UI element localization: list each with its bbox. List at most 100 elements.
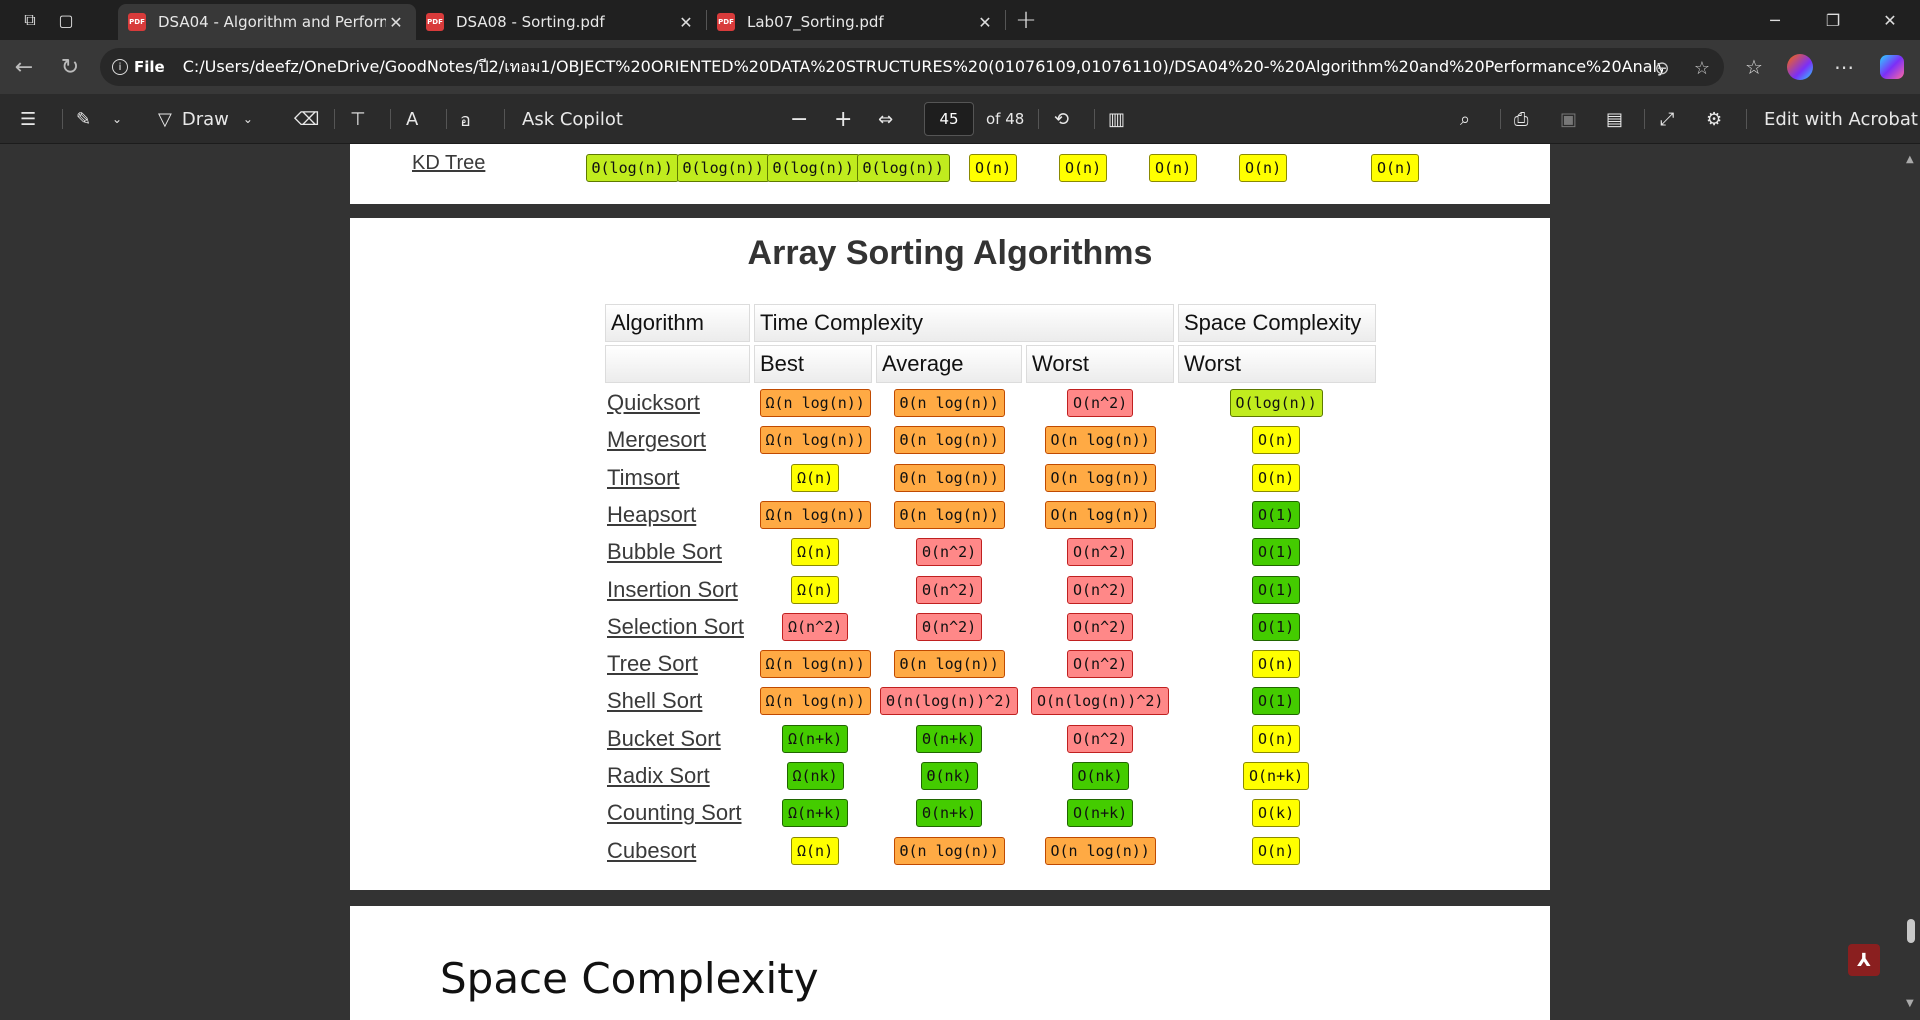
tab-title: Lab07_Sorting.pdf: [747, 13, 884, 31]
space-complexity-badge: O(1): [1252, 612, 1301, 641]
header-space-worst: Worst: [1178, 345, 1376, 383]
close-tab-icon[interactable]: ✕: [676, 13, 696, 32]
average-case-badge: Θ(n+k): [916, 799, 983, 828]
algorithm-link[interactable]: Mergesort: [607, 427, 706, 453]
algorithm-link[interactable]: Tree Sort: [607, 651, 698, 677]
refresh-button[interactable]: ↻: [54, 51, 86, 83]
favorite-star-icon[interactable]: ☆: [1690, 56, 1714, 80]
space-complexity-badge: O(log(n)): [1229, 389, 1323, 417]
edit-with-acrobat-button[interactable]: Edit with Acrobat: [1764, 94, 1918, 144]
algorithm-link[interactable]: Timsort: [607, 465, 680, 491]
favorites-icon[interactable]: ☆: [1738, 51, 1770, 83]
ask-copilot-button[interactable]: Ask Copilot: [522, 94, 623, 144]
algorithm-link[interactable]: Quicksort: [607, 390, 700, 416]
algorithm-link[interactable]: Cubesort: [607, 838, 696, 864]
print-icon[interactable]: ⎙: [1514, 94, 1528, 144]
text-box-icon[interactable]: ⊤: [350, 94, 366, 144]
algorithm-link[interactable]: Radix Sort: [607, 763, 710, 789]
algorithm-link[interactable]: Insertion Sort: [607, 577, 738, 603]
worst-case-badge: O(n log(n)): [1044, 836, 1156, 865]
copilot-icon[interactable]: [1876, 51, 1908, 83]
close-tab-icon[interactable]: ✕: [975, 13, 995, 32]
page-number-input[interactable]: 45: [924, 102, 974, 136]
chevron-down-icon[interactable]: ⌄: [112, 94, 122, 144]
save-as-icon[interactable]: ▤: [1606, 94, 1623, 144]
more-menu-icon[interactable]: ⋯: [1828, 51, 1860, 83]
kd-tree-complexity-badge: O(n): [1149, 154, 1198, 182]
back-button[interactable]: ←: [8, 51, 40, 83]
scroll-down-icon[interactable]: ▼: [1906, 998, 1914, 1009]
average-case-badge: Θ(n^2): [916, 538, 983, 567]
page-view-icon[interactable]: ▥: [1108, 94, 1125, 144]
space-complexity-badge: O(n): [1252, 463, 1301, 492]
zoom-icon[interactable]: ⊖: [1650, 56, 1674, 80]
tab-dsa08[interactable]: PDF DSA08 - Sorting.pdf ✕: [416, 4, 706, 40]
kd-tree-complexity-badge: O(n): [1059, 154, 1108, 182]
pdf-icon: PDF: [426, 13, 444, 31]
algorithm-link[interactable]: Bubble Sort: [607, 539, 722, 565]
space-complexity-badge: O(k): [1252, 799, 1301, 828]
url-field[interactable]: i File C:/Users/deefz/OneDrive/GoodNotes…: [100, 48, 1724, 86]
zoom-in-icon[interactable]: +: [834, 94, 852, 144]
address-bar: ← ↻ i File C:/Users/deefz/OneDrive/GoodN…: [0, 40, 1920, 94]
tab-lab07[interactable]: PDF Lab07_Sorting.pdf ✕: [707, 4, 1005, 40]
fit-width-icon[interactable]: ⇔: [878, 94, 893, 144]
pdf-page-sorting: Array Sorting Algorithms Algorithm Time …: [350, 218, 1550, 890]
kd-tree-complexity-badge: Θ(log(n)): [856, 154, 950, 182]
scroll-thumb[interactable]: [1907, 919, 1915, 943]
header-average: Average: [876, 345, 1022, 383]
search-icon[interactable]: ⌕: [1460, 94, 1470, 144]
fullscreen-icon[interactable]: ⤢: [1660, 94, 1674, 144]
draw-icon: ▽: [158, 108, 172, 130]
vertical-tabs-icon[interactable]: ▢: [48, 0, 84, 40]
algorithm-link[interactable]: Shell Sort: [607, 688, 702, 714]
site-info-button[interactable]: i File: [112, 58, 165, 76]
pdf-page-prev: KD Tree Θ(log(n)) Θ(log(n)) Θ(log(n)) Θ(log…: [350, 144, 1550, 204]
best-case-badge: Ω(n log(n)): [759, 650, 871, 679]
tab-dsa04[interactable]: PDF DSA04 - Algorithm and Performance An…: [118, 4, 416, 40]
page-title: Array Sorting Algorithms: [747, 234, 1153, 272]
best-case-badge: Ω(n+k): [782, 799, 849, 828]
profile-button[interactable]: [1784, 51, 1816, 83]
best-case-badge: Ω(n): [791, 538, 840, 567]
tab-title: DSA04 - Algorithm and Performance Analyt…: [158, 13, 386, 31]
kd-tree-complexity-badge: O(n): [1371, 154, 1420, 182]
settings-icon[interactable]: ⚙: [1706, 94, 1722, 144]
restore-button[interactable]: ❐: [1805, 0, 1861, 40]
best-case-badge: Ω(n): [791, 575, 840, 604]
kd-tree-complexity-badge: Θ(log(n)): [766, 154, 860, 182]
zoom-out-icon[interactable]: −: [790, 94, 808, 144]
pdf-icon: PDF: [717, 13, 735, 31]
worst-case-badge: O(n^2): [1067, 389, 1134, 417]
algorithm-link[interactable]: Selection Sort: [607, 614, 744, 640]
acrobat-icon[interactable]: ⅄: [1848, 944, 1880, 976]
algorithm-link[interactable]: Counting Sort: [607, 800, 742, 826]
close-tab-icon[interactable]: ✕: [386, 13, 406, 32]
next-page-title: Space Complexity: [440, 954, 819, 1003]
draw-button[interactable]: ▽ Draw ⌄: [158, 94, 253, 144]
workspaces-icon[interactable]: ⧉: [12, 0, 48, 40]
algorithm-link[interactable]: Bucket Sort: [607, 726, 721, 752]
profile-avatar: [1787, 54, 1813, 80]
average-case-badge: Θ(n+k): [916, 724, 983, 753]
read-aloud-icon[interactable]: A: [406, 94, 418, 144]
space-complexity-badge: O(n): [1252, 836, 1301, 865]
rotate-icon[interactable]: ⟲: [1054, 94, 1069, 144]
new-tab-button[interactable]: +: [1006, 0, 1046, 40]
save-icon[interactable]: ▣: [1560, 94, 1577, 144]
kd-tree-complexity-badge: O(n): [969, 154, 1018, 182]
close-window-button[interactable]: ✕: [1862, 0, 1918, 40]
url-text[interactable]: C:/Users/deefz/OneDrive/GoodNotes/ปี2/เท…: [183, 55, 1663, 80]
pdf-viewer[interactable]: KD Tree Θ(log(n)) Θ(log(n)) Θ(log(n)) Θ(log…: [0, 144, 1920, 1020]
vertical-scrollbar[interactable]: ▲ ▼: [1902, 144, 1920, 1020]
algorithm-link[interactable]: Heapsort: [607, 502, 696, 528]
eraser-icon[interactable]: ⌫: [294, 94, 319, 144]
minimize-button[interactable]: ─: [1747, 0, 1803, 40]
kd-tree-link[interactable]: KD Tree: [412, 152, 485, 175]
toolbar-separator: [1644, 109, 1645, 129]
translate-icon[interactable]: อ: [460, 94, 471, 144]
worst-case-badge: O(n^2): [1067, 650, 1134, 679]
scroll-up-icon[interactable]: ▲: [1906, 154, 1914, 165]
contents-icon[interactable]: ☰: [20, 94, 36, 144]
highlight-icon[interactable]: ✎: [76, 94, 91, 144]
